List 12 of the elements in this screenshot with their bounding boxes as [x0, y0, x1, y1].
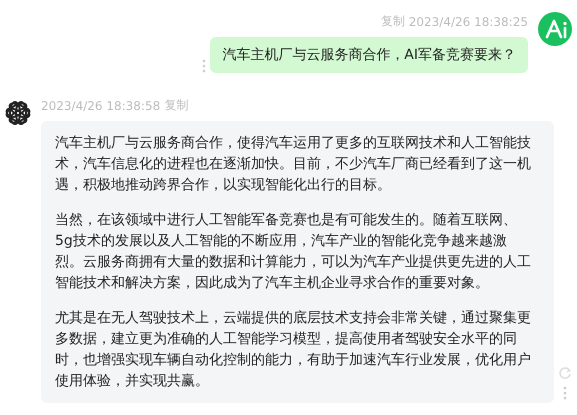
message-paragraph: 当然，在该领域中进行人工智能军备竞赛也是有可能发生的。随着互联网、5g技术的发展以及人工智能的不断应用，汽车产业的智能化竞争越来越激烈。云服务商拥有大量的数据和计算能力，可以为汽车产业提供更先进的人工智能技术和解决方案，因此成为了汽车主机企业寻求合作的重要对象。 — [55, 211, 531, 293]
more-icon[interactable] — [202, 59, 206, 73]
refresh-icon[interactable] — [558, 366, 572, 380]
timestamp: 2023/4/26 18:38:25 — [408, 14, 528, 28]
message-paragraph: 汽车主机厂与云服务商合作，使得汽车运用了更多的互联网技术和人工智能技术，汽车信息化的进程也在逐渐加快。目前，不少汽车厂商已经看到了这一机遇，积极地推动跨界合作，以实现智能化出行的目标。 — [55, 134, 531, 195]
knot-logo-icon — [4, 99, 31, 127]
message-bubble: 汽车主机厂与云服务商合作，AI军备竞赛要来？ — [210, 37, 528, 73]
more-icon[interactable] — [563, 386, 567, 400]
timestamp: 2023/4/26 18:38:58 — [41, 98, 160, 112]
copy-link[interactable]: 复制 — [380, 13, 405, 30]
message-paragraph: 尤其是在无人驾驶技术上，云端提供的底层技术支持会非常关键，通过聚集更多数据，建立更为准确的人工智能学习模型，提高使用者驾驶安全水平的同时，也增强实现车辆自动化控制的能力，有助于加速汽车行业发展，优化用户使用体验，并实现共赢。 — [55, 309, 531, 391]
copy-link[interactable]: 复制 — [164, 97, 188, 114]
